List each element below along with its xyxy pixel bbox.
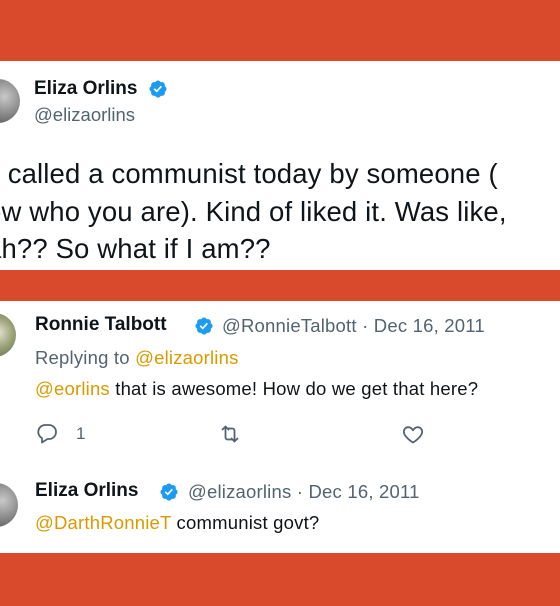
mention-link[interactable]: @eorlins [35, 378, 110, 399]
reply-meta: @RonnieTalbott · Dec 16, 2011 [222, 315, 485, 337]
avatar[interactable] [0, 313, 16, 357]
reply-icon[interactable] [35, 421, 59, 445]
author-handle[interactable]: @elizaorlins [34, 104, 135, 126]
author-name[interactable]: Eliza Orlins [35, 480, 138, 502]
reply-body: that is awesome! How do we get that here… [109, 378, 479, 399]
author-name[interactable]: Ronnie Talbott [35, 314, 167, 336]
author-handle[interactable]: @elizaorlins [188, 481, 291, 502]
reply-meta: @elizaorlins · Dec 16, 2011 [188, 481, 420, 503]
tweet-text-line-1: s called a communist today by someone ( [0, 158, 498, 189]
reply-body: communist govt? [171, 512, 320, 533]
verified-badge-icon [195, 317, 213, 335]
verified-badge-icon [160, 483, 178, 501]
timestamp[interactable]: Dec 16, 2011 [374, 315, 485, 336]
author-handle[interactable]: @RonnieTalbott [222, 315, 357, 336]
timestamp[interactable]: Dec 16, 2011 [309, 481, 420, 502]
mention-link[interactable]: @DarthRonnieT [35, 512, 171, 533]
retweet-icon[interactable] [218, 422, 242, 446]
separator-dot: · [296, 481, 304, 502]
replying-to-link[interactable]: @elizaorlins [135, 347, 238, 368]
tweet-text-line-3: ah?? So what if I am?? [0, 233, 271, 264]
author-name[interactable]: Eliza Orlins [34, 78, 137, 100]
replying-to-label: Replying to [35, 347, 130, 368]
tweet-text-line-2: ow who you are). Kind of liked it. Was l… [0, 196, 507, 227]
avatar[interactable] [0, 79, 20, 123]
reply-thread-card: Ronnie Talbott @RonnieTalbott · Dec 16, … [0, 301, 560, 553]
reply-text: @DarthRonnieT communist govt? [35, 512, 319, 534]
reply-count: 1 [76, 424, 86, 443]
avatar[interactable] [0, 483, 18, 527]
verified-badge-icon [149, 80, 167, 98]
main-tweet-card: Eliza Orlins @elizaorlins s called a com… [0, 61, 560, 270]
replying-to-line: Replying to @elizaorlins [35, 347, 239, 369]
reply-text: @eorlins that is awesome! How do we get … [35, 378, 478, 400]
separator-dot: · [362, 315, 369, 336]
like-icon[interactable] [401, 422, 425, 446]
